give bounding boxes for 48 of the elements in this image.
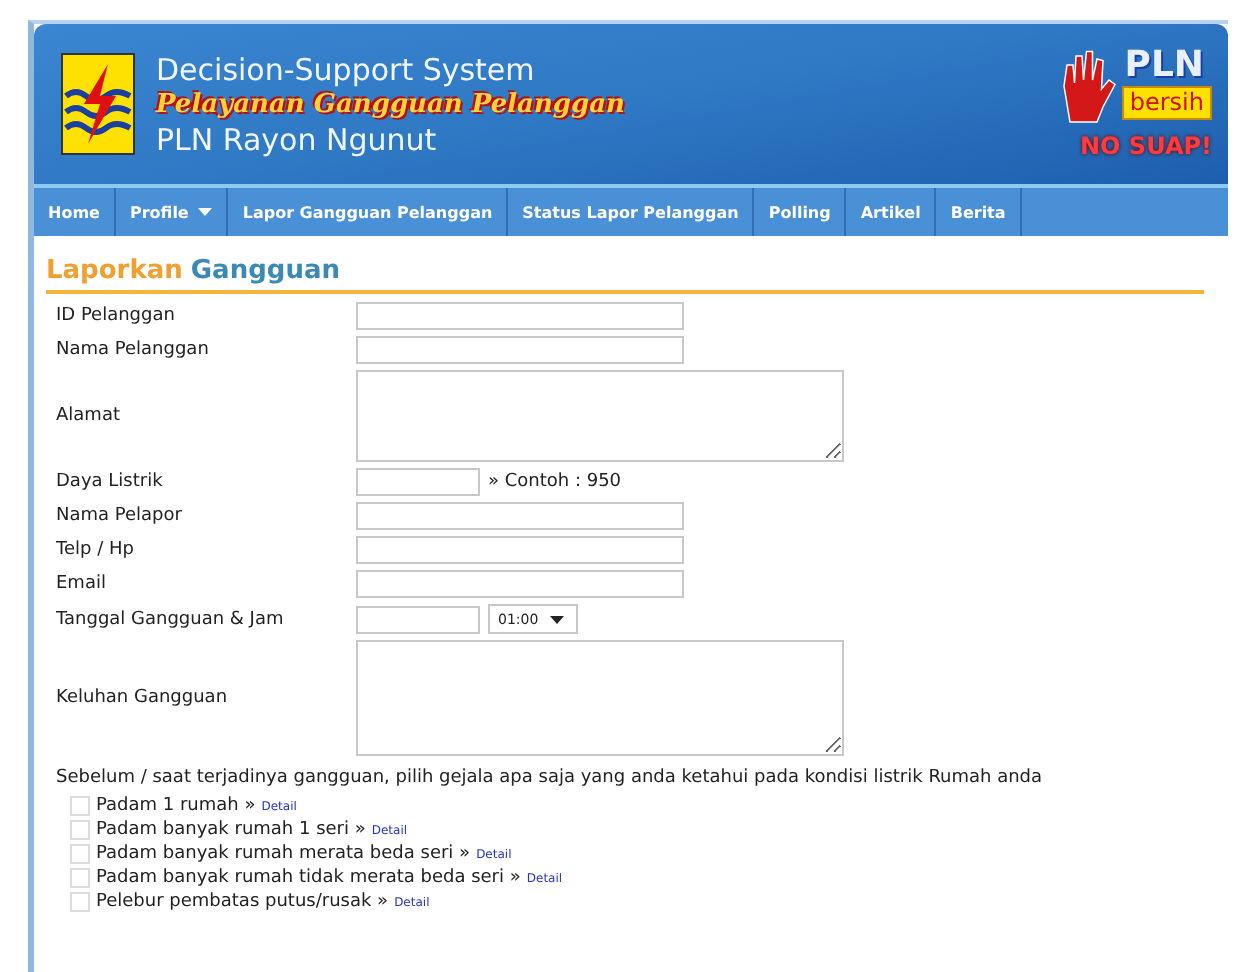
nav-item[interactable]: Home <box>34 188 116 236</box>
field-label: Telp / Hp <box>56 540 136 560</box>
section-title-text: Gangguan <box>190 256 340 286</box>
checkbox[interactable] <box>70 892 90 912</box>
caret-icon <box>550 615 565 623</box>
field-label: Tanggal Gangguan & Jam <box>56 609 286 629</box>
symptom-label: Pelebur pembatas putus/rusak » <box>96 892 389 912</box>
field-label: Alamat <box>56 406 122 426</box>
input-field[interactable] <box>356 336 684 364</box>
date-field[interactable] <box>356 605 480 633</box>
text-area[interactable] <box>356 370 844 462</box>
nav-item[interactable]: Polling <box>754 188 847 236</box>
input-field[interactable] <box>356 502 684 530</box>
input-field[interactable] <box>356 536 684 564</box>
nav-item[interactable]: Profile <box>115 188 229 236</box>
symptom-label: Padam 1 rumah » <box>96 796 256 816</box>
field-label: Daya Listrik <box>56 472 165 492</box>
field-label: ID Pelanggan <box>56 306 177 326</box>
badge-brand: PLN <box>1124 46 1204 86</box>
section-title-text: Laporkan <box>46 256 183 286</box>
field-label: Email <box>56 574 108 594</box>
checkbox[interactable] <box>70 868 90 888</box>
symptom-label: Padam banyak rumah merata beda seri » <box>96 844 471 864</box>
logo-icon <box>60 52 136 156</box>
nav-item[interactable]: Status Lapor Pelanggan <box>508 188 755 236</box>
site-subtitle: Pelayanan Gangguan Pelanggan <box>156 87 627 121</box>
badge-slogan: NO SUAP! <box>1080 130 1212 162</box>
nav-item[interactable]: Artikel <box>846 188 937 236</box>
input-field[interactable] <box>356 302 684 330</box>
field-hint: » Contoh : 950 <box>488 472 622 492</box>
nav-item[interactable]: Berita <box>936 188 1022 236</box>
site-title: Decision-Support System <box>156 51 537 87</box>
checkbox[interactable] <box>70 844 90 864</box>
checkbox[interactable] <box>70 820 90 840</box>
symptom-label: Padam banyak rumah 1 seri » <box>96 820 366 840</box>
unit-name: PLN Rayon Ngunut <box>156 121 439 157</box>
text-area[interactable] <box>356 640 844 756</box>
badge-tag: bersih <box>1121 86 1212 120</box>
symptom-label: Padam banyak rumah tidak merata beda seri » <box>96 868 521 888</box>
input-field[interactable] <box>356 570 684 598</box>
field-label: Keluhan Gangguan <box>56 688 230 708</box>
hand-icon <box>1057 46 1118 126</box>
field-label: Nama Pelapor <box>56 506 184 526</box>
input-field[interactable] <box>356 468 480 496</box>
symptom-prompt: Sebelum / saat terjadinya gangguan, pilih gejala apa saja yang anda ketahui pada kondisi listrik Rumah anda <box>56 768 1045 788</box>
checkbox[interactable] <box>70 796 90 816</box>
field-label: Nama Pelanggan <box>56 340 211 360</box>
nav-item[interactable]: Lapor Gangguan Pelanggan <box>228 188 509 236</box>
